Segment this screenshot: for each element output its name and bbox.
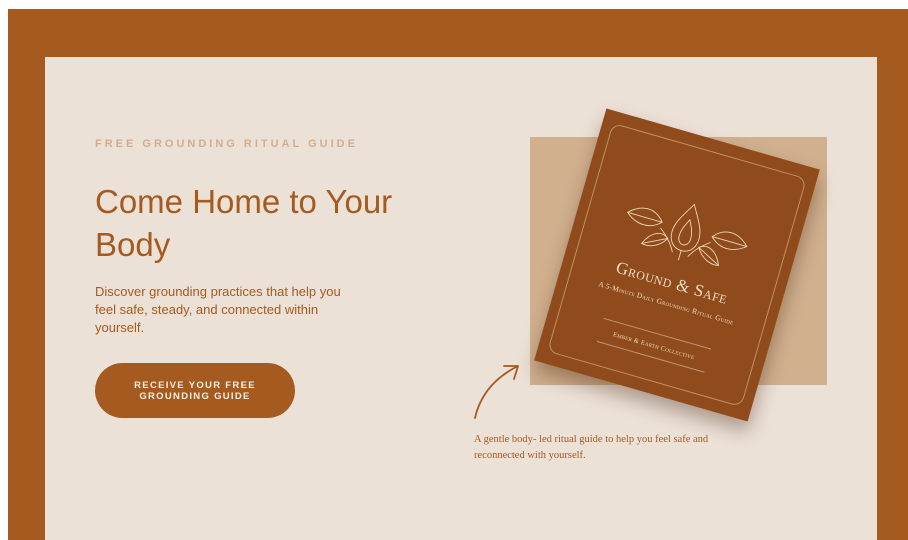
guide-caption: A gentle body- led ritual guide to help … [474, 434, 709, 461]
hero-title: Come Home to Your Body [95, 183, 393, 263]
curved-arrow-icon [474, 365, 519, 419]
hero-description: Discover grounding practices that help y… [95, 284, 341, 335]
receive-guide-button[interactable]: RECEIVE YOUR FREE GROUNDING GUIDE [95, 363, 295, 418]
hero-eyebrow: FREE GROUNDING RITUAL GUIDE [95, 138, 358, 150]
